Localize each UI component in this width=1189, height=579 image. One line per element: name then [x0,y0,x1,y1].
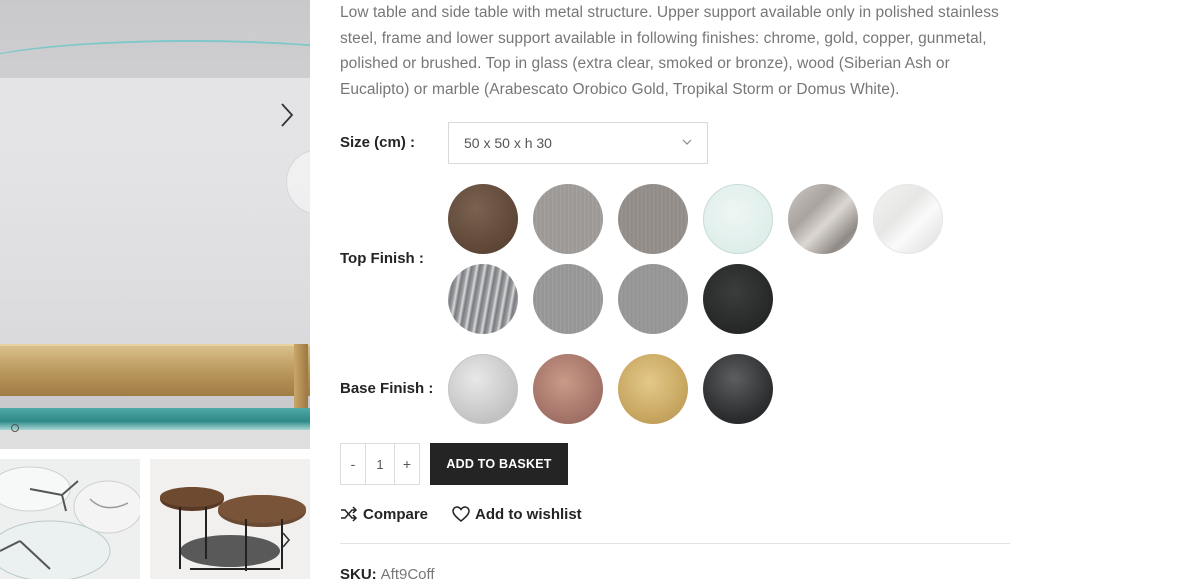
swatch-grey-wood[interactable] [618,184,688,254]
swatch-gold[interactable] [618,354,688,424]
shuffle-icon [341,506,358,522]
swatch-grey-wood-light[interactable] [533,184,603,254]
gallery-thumbnail-2[interactable] [150,459,310,579]
size-select[interactable]: 50 x 50 x h 30 [448,122,708,164]
swatch-arabescato-marble[interactable] [788,184,858,254]
sku-value: Aft9Coff [380,566,435,579]
gallery-next-arrow[interactable] [272,100,302,130]
size-selected-value: 50 x 50 x h 30 [464,135,552,151]
chevron-right-icon [281,103,294,127]
swatch-black[interactable] [703,264,773,334]
gold-post-image-detail [294,344,308,414]
swatch-grey-smoked[interactable] [618,264,688,334]
quantity-decrease-button[interactable]: - [341,444,365,484]
product-description: Low table and side table with metal stru… [340,4,999,98]
swatch-chrome[interactable] [448,354,518,424]
thumbnail-glass-tables-image [0,459,140,579]
swatch-walnut-wood[interactable] [448,184,518,254]
wishlist-label: Add to wishlist [475,505,582,523]
swatch-gunmetal[interactable] [703,354,773,424]
quantity-input[interactable]: 1 [365,444,395,484]
swatch-copper[interactable] [533,354,603,424]
swatch-domus-white-marble[interactable] [873,184,943,254]
add-to-wishlist-link[interactable]: Add to wishlist [452,503,582,525]
base-finish-label: Base Finish : [340,380,434,397]
thumbnail-wood-tables-image [150,459,310,579]
top-finish-label: Top Finish : [340,250,424,267]
floor-image-detail [0,430,310,449]
glass-edge-image-detail [0,408,310,430]
gallery-thumbnail-1[interactable] [0,459,140,579]
swatch-extra-clear-glass[interactable] [703,184,773,254]
gold-frame-image-detail [0,344,310,396]
quantity-increase-button[interactable]: + [395,444,419,484]
sku-line: SKU: Aft9Coff [340,566,435,579]
chevron-down-icon [682,139,692,145]
sku-label: SKU: [340,566,377,579]
glass-top-image-detail [0,78,310,348]
swatch-tropikal-storm-marble[interactable] [448,264,518,334]
thumbnails-next-arrow[interactable] [276,527,296,553]
glass-rim-image-detail [0,40,310,100]
product-main-image[interactable] [0,0,310,449]
quantity-stepper: - 1 + [340,443,420,485]
zoom-hint-icon [11,424,19,432]
add-to-basket-button[interactable]: ADD TO BASKET [430,443,568,485]
chevron-right-icon [282,532,291,548]
size-label: Size (cm) : [340,134,416,151]
compare-link[interactable]: Compare [340,503,428,525]
swatch-grey-brushed[interactable] [533,264,603,334]
compare-label: Compare [363,505,429,523]
divider [340,543,1010,544]
heart-icon [452,506,470,522]
